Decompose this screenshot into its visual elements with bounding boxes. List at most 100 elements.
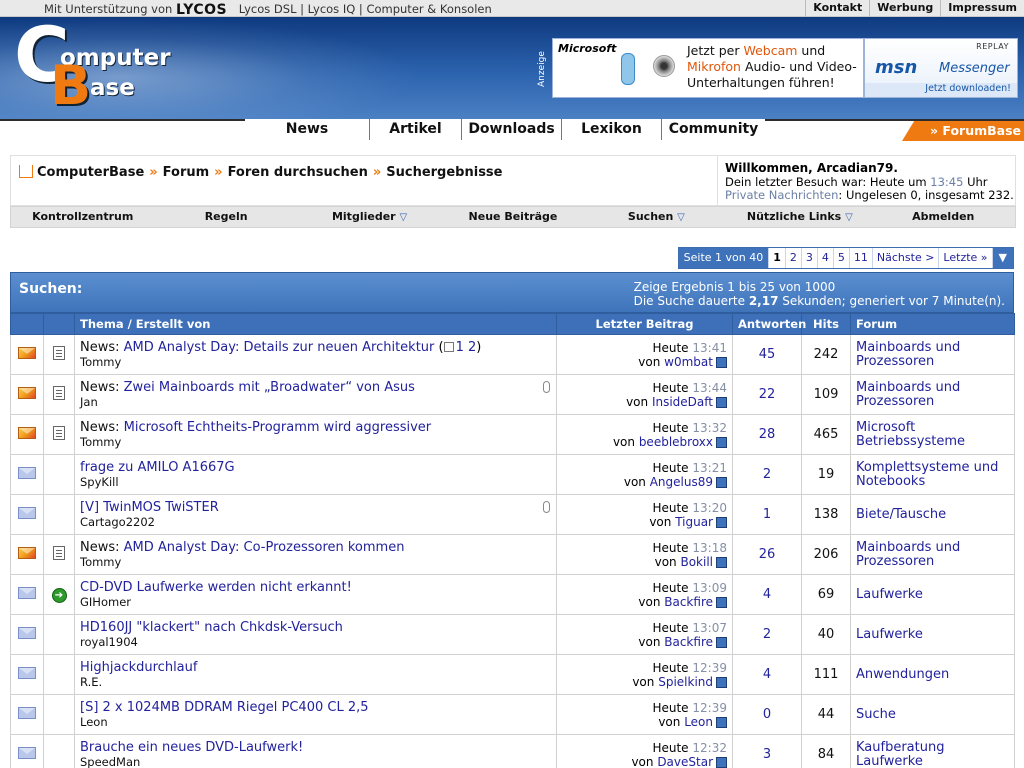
- col-antworten[interactable]: Antworten: [732, 313, 806, 335]
- subnav-mitglieder[interactable]: Mitglieder ▽: [298, 207, 441, 227]
- forum-link[interactable]: Laufwerke: [856, 587, 923, 602]
- last-post-user-link[interactable]: Spielkind: [658, 675, 713, 689]
- replies-cell[interactable]: 4: [732, 574, 802, 615]
- page-4[interactable]: 4: [816, 248, 833, 268]
- go-to-last-post-icon[interactable]: [716, 516, 727, 528]
- subnav-regeln[interactable]: Regeln: [154, 207, 297, 227]
- crumb-computerbase[interactable]: ComputerBase: [37, 165, 144, 180]
- next-page-link[interactable]: Nächste >: [871, 248, 939, 268]
- thread-pages-link[interactable]: 1 2: [456, 340, 477, 355]
- col-hits[interactable]: Hits: [801, 313, 851, 335]
- go-to-last-post-icon[interactable]: [716, 476, 727, 488]
- tab-news[interactable]: News: [245, 119, 369, 140]
- forum-link[interactable]: Komplettsysteme und Notebooks: [856, 460, 998, 489]
- computerbase-logo[interactable]: C omputer B ase: [14, 17, 174, 115]
- tab-community[interactable]: Community: [661, 119, 765, 140]
- thread-author[interactable]: Tommy: [80, 555, 551, 569]
- msn-ad-banner[interactable]: Anzeige Microsoft Jetzt per Webcam und M…: [537, 37, 1019, 99]
- thread-author[interactable]: royal1904: [80, 635, 551, 649]
- last-post-user-link[interactable]: Backfire: [664, 635, 713, 649]
- col-letzter-beitrag[interactable]: Letzter Beitrag: [556, 313, 733, 335]
- replies-cell[interactable]: 0: [732, 694, 802, 735]
- home-icon[interactable]: [19, 165, 33, 178]
- thread-author[interactable]: R.E.: [80, 675, 551, 689]
- forum-link[interactable]: Anwendungen: [856, 667, 949, 682]
- sponsor-links[interactable]: Lycos DSL | Lycos IQ | Computer & Konsol…: [239, 2, 492, 16]
- tab-downloads[interactable]: Downloads: [461, 119, 561, 140]
- replies-cell[interactable]: 26: [732, 534, 802, 575]
- thread-title-link[interactable]: Highjackdurchlauf: [80, 660, 197, 675]
- last-page-link[interactable]: Letzte »: [938, 248, 991, 268]
- subnav-kontrollzentrum[interactable]: Kontrollzentrum: [11, 207, 154, 227]
- subnav-neue-beitraege[interactable]: Neue Beiträge: [441, 207, 584, 227]
- thread-title-link[interactable]: CD-DVD Laufwerke werden nicht erkannt!: [80, 580, 352, 595]
- col-thema[interactable]: Thema / Erstellt von: [74, 313, 557, 335]
- last-post-user-link[interactable]: Angelus89: [650, 475, 713, 489]
- forum-link[interactable]: Mainboards und Prozessoren: [856, 380, 960, 409]
- thread-title-link[interactable]: AMD Analyst Day: Co-Prozessoren kommen: [124, 540, 405, 555]
- subnav-nuetzliche-links[interactable]: Nützliche Links ▽: [728, 207, 871, 227]
- forum-link[interactable]: Mainboards und Prozessoren: [856, 540, 960, 569]
- lycos-logo[interactable]: LYCOS: [176, 2, 227, 18]
- ad-box[interactable]: Microsoft Jetzt per Webcam und Mikrofon …: [552, 38, 864, 98]
- replies-cell[interactable]: 45: [732, 334, 802, 375]
- subnav-suchen[interactable]: Suchen ▽: [585, 207, 728, 227]
- thread-author[interactable]: Cartago2202: [80, 515, 551, 529]
- page-3[interactable]: 3: [800, 248, 817, 268]
- last-post-user-link[interactable]: Leon: [684, 715, 713, 729]
- forum-link[interactable]: Suche: [856, 707, 896, 722]
- crumb-forum[interactable]: Forum: [163, 165, 210, 180]
- last-post-user-link[interactable]: w0mbat: [664, 355, 713, 369]
- go-to-last-post-icon[interactable]: [716, 436, 727, 448]
- download-link[interactable]: Jetzt downloaden!: [865, 83, 1017, 97]
- page-2[interactable]: 2: [784, 248, 801, 268]
- thread-title-link[interactable]: frage zu AMILO A1667G: [80, 460, 235, 475]
- forum-link[interactable]: Biete/Tausche: [856, 507, 946, 522]
- last-post-user-link[interactable]: InsideDaft: [652, 395, 713, 409]
- thread-title-link[interactable]: Microsoft Echtheits-Programm wird aggres…: [124, 420, 432, 435]
- replies-cell[interactable]: 22: [732, 374, 802, 415]
- last-post-user-link[interactable]: Backfire: [664, 595, 713, 609]
- thread-author[interactable]: Tommy: [80, 355, 551, 369]
- impressum-link[interactable]: Impressum: [940, 0, 1024, 17]
- replies-cell[interactable]: 3: [732, 734, 802, 768]
- thread-title-link[interactable]: HD160JJ "klackert" nach Chkdsk-Versuch: [80, 620, 343, 635]
- go-to-last-post-icon[interactable]: [716, 716, 727, 728]
- replies-cell[interactable]: 28: [732, 414, 802, 455]
- col-forum[interactable]: Forum: [850, 313, 1015, 335]
- thread-title-link[interactable]: Zwei Mainboards mit „Broadwater“ von Asu…: [124, 380, 415, 395]
- thread-author[interactable]: Leon: [80, 715, 551, 729]
- go-to-last-post-icon[interactable]: [716, 596, 727, 608]
- page-11[interactable]: 11: [848, 248, 872, 268]
- replies-cell[interactable]: 1: [732, 494, 802, 535]
- thread-author[interactable]: Tommy: [80, 435, 551, 449]
- thread-author[interactable]: SpeedMan: [80, 755, 551, 768]
- page-5[interactable]: 5: [832, 248, 849, 268]
- thread-author[interactable]: GIHomer: [80, 595, 551, 609]
- forum-link[interactable]: Kaufberatung Laufwerke: [856, 740, 944, 768]
- replies-cell[interactable]: 2: [732, 454, 802, 495]
- replies-cell[interactable]: 4: [732, 654, 802, 695]
- kontakt-link[interactable]: Kontakt: [805, 0, 869, 17]
- pager-menu-chevron-icon[interactable]: ▼: [991, 248, 1013, 268]
- last-post-user-link[interactable]: DaveStar: [657, 755, 713, 768]
- thread-title-link[interactable]: [V] TwinMOS TwiSTER: [80, 500, 219, 515]
- go-to-last-post-icon[interactable]: [716, 636, 727, 648]
- forum-link[interactable]: Laufwerke: [856, 627, 923, 642]
- thread-title-link[interactable]: AMD Analyst Day: Details zur neuen Archi…: [124, 340, 435, 355]
- go-to-last-post-icon[interactable]: [716, 396, 727, 408]
- replies-cell[interactable]: 2: [732, 614, 802, 655]
- go-to-last-post-icon[interactable]: [716, 676, 727, 688]
- crumb-foren-durchsuchen[interactable]: Foren durchsuchen: [228, 165, 368, 180]
- forum-link[interactable]: Mainboards und Prozessoren: [856, 340, 960, 369]
- thread-author[interactable]: SpyKill: [80, 475, 551, 489]
- last-post-user-link[interactable]: Bokill: [680, 555, 713, 569]
- go-to-last-post-icon[interactable]: [716, 556, 727, 568]
- thread-author[interactable]: Jan: [80, 395, 551, 409]
- last-post-user-link[interactable]: beeblebroxx: [639, 435, 713, 449]
- msn-messenger-box[interactable]: REPLAY msn Messenger Jetzt downloaden!: [864, 38, 1018, 98]
- forumbase-tab[interactable]: » ForumBase: [902, 121, 1024, 141]
- subnav-abmelden[interactable]: Abmelden: [872, 207, 1015, 227]
- go-to-last-post-icon[interactable]: [716, 756, 727, 768]
- thread-title-link[interactable]: Brauche ein neues DVD-Laufwerk!: [80, 740, 303, 755]
